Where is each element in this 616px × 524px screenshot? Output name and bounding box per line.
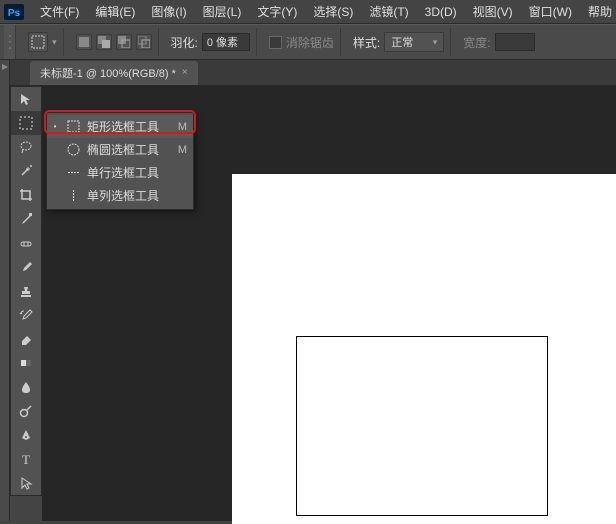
style-select[interactable]: 正常 ▾ <box>384 32 444 52</box>
marquee-flyout: • 矩形选框工具 M 椭圆选框工具 M 单行选框工具 单列选框工具 <box>46 112 194 210</box>
selection-mode-group <box>70 28 159 56</box>
ps-logo: Ps <box>4 3 24 21</box>
tool-eyedropper[interactable] <box>11 207 41 231</box>
selection-intersect-icon[interactable] <box>136 34 152 50</box>
flyout-item-row[interactable]: 单行选框工具 <box>47 161 193 184</box>
selection-new-icon[interactable] <box>76 34 92 50</box>
flyout-item-col[interactable]: 单列选框工具 <box>47 184 193 207</box>
single-row-marquee-icon <box>65 166 81 179</box>
tool-text[interactable]: T <box>11 447 41 471</box>
menu-image[interactable]: 图像(I) <box>143 0 194 24</box>
tool-eraser[interactable] <box>11 327 41 351</box>
chevron-down-icon[interactable]: ▾ <box>52 37 57 48</box>
tool-healing[interactable] <box>11 231 41 255</box>
flyout-shortcut: M <box>178 121 187 133</box>
menu-layer[interactable]: 图层(L) <box>195 0 250 24</box>
tool-dodge[interactable] <box>11 399 41 423</box>
selection-add-icon[interactable] <box>96 34 112 50</box>
flyout-label: 单列选框工具 <box>87 187 181 204</box>
width-label: 宽度: <box>463 34 490 51</box>
document-tab-bar: 未标题-1 @ 100%(RGB/8) * × <box>0 60 616 86</box>
tool-magic-wand[interactable] <box>11 159 41 183</box>
ellipse-marquee-icon <box>65 143 81 156</box>
tool-lasso[interactable] <box>11 135 41 159</box>
bullet-icon: • <box>51 122 59 131</box>
options-bar: ▾ 羽化: 消除锯齿 样式: 正常 ▾ 宽度: <box>0 24 616 60</box>
options-grip[interactable] <box>4 25 16 59</box>
left-panel-strip <box>0 60 10 521</box>
style-value: 正常 <box>391 34 413 50</box>
antialias-label: 消除锯齿 <box>286 34 334 51</box>
flyout-label: 椭圆选框工具 <box>87 141 172 158</box>
close-icon[interactable]: × <box>182 67 188 78</box>
tool-move[interactable] <box>11 87 41 111</box>
expand-icon[interactable] <box>2 64 8 70</box>
menu-bar: Ps 文件(F) 编辑(E) 图像(I) 图层(L) 文字(Y) 选择(S) 滤… <box>0 0 616 24</box>
document-title: 未标题-1 @ 100%(RGB/8) * <box>40 65 176 81</box>
tool-history-brush[interactable] <box>11 303 41 327</box>
tool-path-select[interactable] <box>11 471 41 495</box>
flyout-label: 矩形选框工具 <box>87 118 172 135</box>
svg-text:Ps: Ps <box>8 8 21 19</box>
feather-input[interactable] <box>202 33 250 51</box>
menu-filter[interactable]: 滤镜(T) <box>361 0 416 24</box>
tool-preset-icon[interactable] <box>28 32 48 52</box>
chevron-down-icon: ▾ <box>433 37 438 48</box>
tool-brush[interactable] <box>11 255 41 279</box>
tool-gradient[interactable] <box>11 351 41 375</box>
rectangle-marquee-icon <box>65 120 81 133</box>
tool-crop[interactable] <box>11 183 41 207</box>
svg-text:T: T <box>22 452 30 466</box>
tool-marquee[interactable] <box>11 111 41 135</box>
menu-file[interactable]: 文件(F) <box>32 0 87 24</box>
flyout-item-rect[interactable]: • 矩形选框工具 M <box>47 115 193 138</box>
document-tab[interactable]: 未标题-1 @ 100%(RGB/8) * × <box>30 61 198 85</box>
tool-blur[interactable] <box>11 375 41 399</box>
tool-bar: T <box>10 86 42 496</box>
feather-label: 羽化: <box>171 34 198 51</box>
menu-help[interactable]: 帮助 <box>580 0 616 24</box>
tool-pen[interactable] <box>11 423 41 447</box>
width-input[interactable] <box>495 33 535 51</box>
selection-subtract-icon[interactable] <box>116 34 132 50</box>
menu-3d[interactable]: 3D(D) <box>417 1 465 23</box>
tool-stamp[interactable] <box>11 279 41 303</box>
flyout-shortcut: M <box>178 144 187 156</box>
menu-type[interactable]: 文字(Y) <box>249 0 305 24</box>
single-col-marquee-icon <box>65 189 81 202</box>
flyout-item-ellipse[interactable]: 椭圆选框工具 M <box>47 138 193 161</box>
flyout-label: 单行选框工具 <box>87 164 181 181</box>
antialias-checkbox[interactable] <box>269 36 282 49</box>
menu-window[interactable]: 窗口(W) <box>521 0 580 24</box>
selection-rectangle <box>296 336 548 516</box>
menu-edit[interactable]: 编辑(E) <box>87 0 143 24</box>
menu-select[interactable]: 选择(S) <box>305 0 361 24</box>
style-label: 样式: <box>353 34 380 51</box>
menu-view[interactable]: 视图(V) <box>465 0 521 24</box>
